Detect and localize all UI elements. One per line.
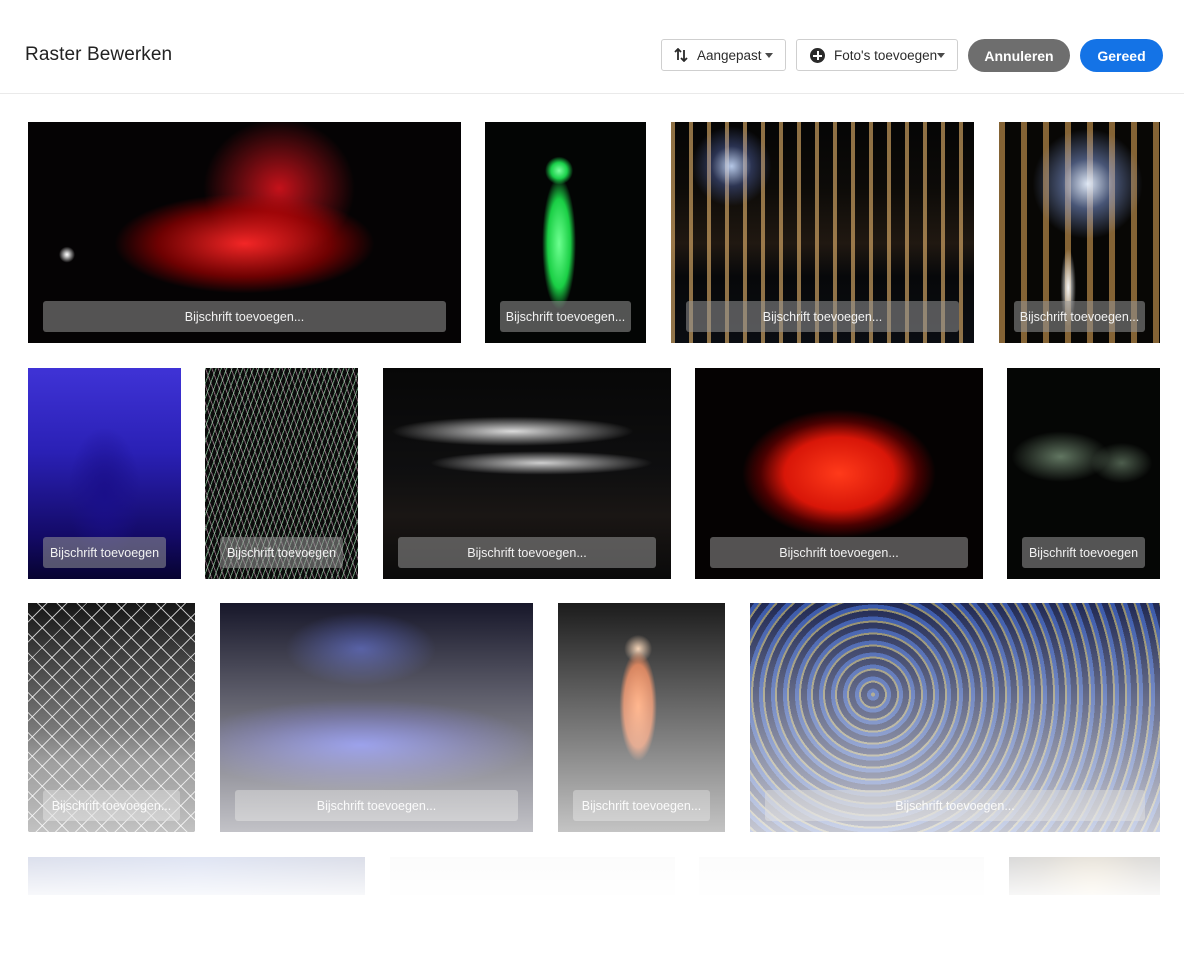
caption-input[interactable]: Bijschrift toevoegen... [43, 790, 180, 821]
chevron-down-icon [765, 53, 773, 58]
add-photos-label: Foto's toevoegen [834, 48, 938, 63]
done-button[interactable]: Gereed [1080, 39, 1163, 72]
caption-input[interactable]: Bijschrift toevoegen... [710, 537, 968, 568]
caption-input[interactable]: Bijschrift toevoegen... [43, 301, 446, 332]
photo-tile[interactable]: Bijschrift toevoegen... [695, 368, 983, 579]
caption-input[interactable]: Bijschrift toevoegen... [235, 790, 518, 821]
page-title: Raster Bewerken [25, 44, 173, 65]
caption-input[interactable]: Bijschrift toevoegen... [1014, 301, 1145, 332]
photo-tile[interactable]: Bijschrift toevoegen... [383, 368, 671, 579]
photo-tile[interactable]: Bijschrift toevoegen... [28, 122, 461, 343]
photo-tile[interactable]: Bijschrift toevoegen... [671, 122, 974, 343]
caption-input[interactable]: Bijschrift toevoegen... [765, 790, 1145, 821]
caption-input[interactable]: Bijschrift toevoegen [1022, 537, 1145, 568]
scroll-fade-bottom [0, 895, 1184, 963]
photo-tile[interactable]: Bijschrift toevoegen... [999, 122, 1160, 343]
caption-input[interactable]: Bijschrift toevoegen... [398, 537, 656, 568]
sort-label: Aangepast [697, 48, 762, 63]
caption-input[interactable]: Bijschrift toevoegen [43, 537, 166, 568]
caption-input[interactable]: Bijschrift toevoegen... [500, 301, 631, 332]
photo-tile[interactable]: Bijschrift toevoegen... [558, 603, 725, 832]
photo-tile[interactable]: Bijschrift toevoegen [1007, 368, 1160, 579]
photo-tile[interactable]: Bijschrift toevoegen... [750, 603, 1160, 832]
sort-icon [674, 47, 688, 65]
photo-tile[interactable]: Bijschrift toevoegen [205, 368, 358, 579]
photo-tile[interactable]: Bijschrift toevoegen... [28, 603, 195, 832]
header-bar: Raster Bewerken Aangepast Foto's toevoeg… [0, 0, 1184, 94]
caption-input[interactable]: Bijschrift toevoegen... [686, 301, 959, 332]
caption-input[interactable]: Bijschrift toevoegen [220, 537, 343, 568]
caption-input[interactable]: Bijschrift toevoegen... [573, 790, 710, 821]
photo-tile[interactable]: Bijschrift toevoegen [28, 368, 181, 579]
add-circle-icon [810, 48, 825, 63]
photo-tile[interactable]: Bijschrift toevoegen... [220, 603, 533, 832]
photo-tile[interactable]: Bijschrift toevoegen... [485, 122, 646, 343]
add-photos-dropdown[interactable]: Foto's toevoegen [796, 39, 958, 71]
sort-dropdown[interactable]: Aangepast [661, 39, 786, 71]
cancel-button[interactable]: Annuleren [968, 39, 1070, 72]
chevron-down-icon [937, 53, 945, 58]
